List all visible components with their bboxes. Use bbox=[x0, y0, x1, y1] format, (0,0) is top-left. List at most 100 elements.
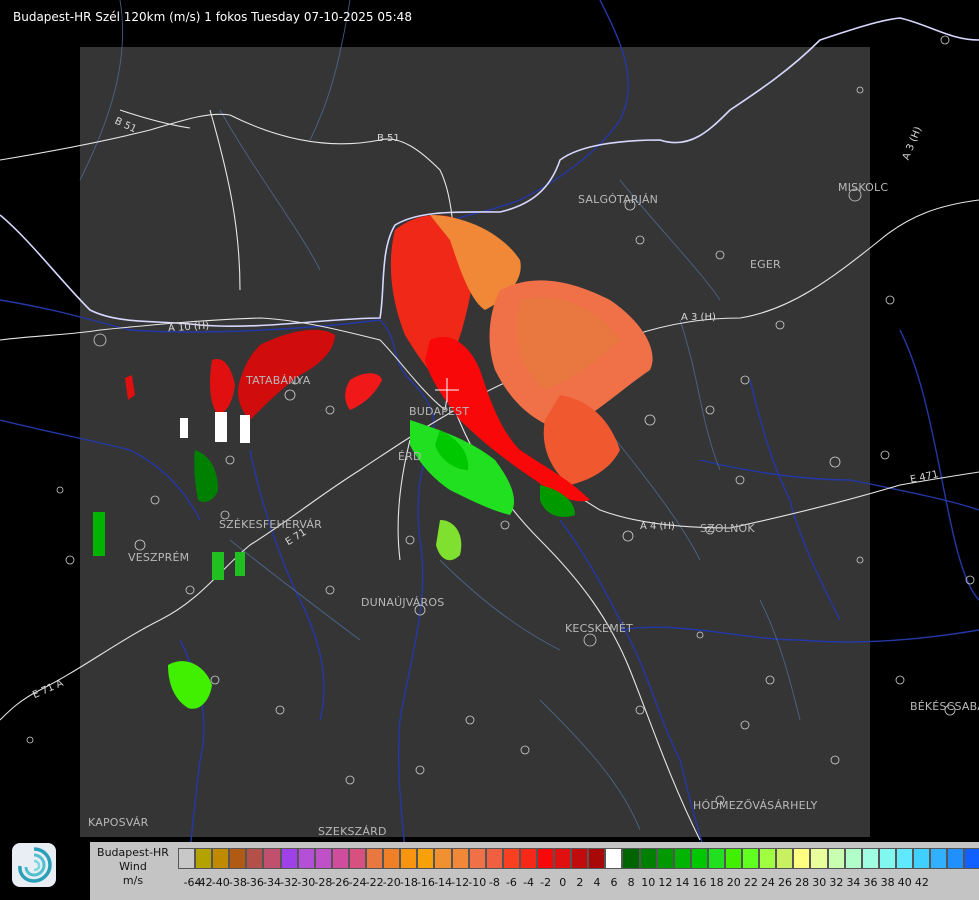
legend-tick-label: 42 bbox=[914, 876, 929, 889]
legend-tick-label: 28 bbox=[795, 876, 810, 889]
legend-swatch bbox=[810, 848, 828, 869]
legend-swatch bbox=[690, 848, 708, 869]
legend-swatch bbox=[383, 848, 401, 869]
legend-swatch bbox=[827, 848, 845, 869]
legend-swatch bbox=[964, 848, 979, 869]
legend-swatch bbox=[485, 848, 503, 869]
legend-tick-label: -24 bbox=[348, 876, 367, 889]
legend-tick-label: -38 bbox=[228, 876, 247, 889]
legend-swatch bbox=[759, 848, 777, 869]
legend-tick-label: -6 bbox=[505, 876, 517, 889]
map-title: Budapest-HR Szél 120km (m/s) 1 fokos Tue… bbox=[13, 10, 412, 24]
city-label-veszprem: VESZPRÉM bbox=[128, 551, 190, 564]
legend-swatch bbox=[707, 848, 725, 869]
city-label-dunaujvaros: DUNAÚJVÁROS bbox=[361, 596, 445, 609]
legend-swatch bbox=[571, 848, 589, 869]
legend-swatch bbox=[930, 848, 948, 869]
legend-tick-label: -22 bbox=[365, 876, 384, 889]
legend-swatch bbox=[195, 848, 213, 869]
legend-color-scale bbox=[178, 848, 979, 869]
legend-swatch bbox=[212, 848, 230, 869]
legend-swatch bbox=[588, 848, 606, 869]
legend-swatch bbox=[434, 848, 452, 869]
legend-tick-label: 38 bbox=[880, 876, 895, 889]
legend-tick-label: -16 bbox=[416, 876, 435, 889]
legend-tick-label: 26 bbox=[778, 876, 793, 889]
legend-swatch bbox=[776, 848, 794, 869]
legend-swatch bbox=[400, 848, 418, 869]
legend-tick-label: 0 bbox=[559, 876, 567, 889]
legend-tick-label: 32 bbox=[829, 876, 844, 889]
legend-tick-label: -4 bbox=[523, 876, 535, 889]
legend-tick-label: 18 bbox=[709, 876, 724, 889]
legend-tick-label: 22 bbox=[743, 876, 758, 889]
legend-swatch bbox=[468, 848, 486, 869]
legend-tick-label: -10 bbox=[468, 876, 487, 889]
legend-station: Budapest-HR bbox=[97, 846, 169, 859]
road-label-a3: A 3 (H) bbox=[681, 312, 716, 323]
legend-swatch bbox=[878, 848, 896, 869]
legend-tick-label: -40 bbox=[211, 876, 230, 889]
city-label-erd: ÉRD bbox=[398, 450, 422, 463]
legend-tick-label: 30 bbox=[812, 876, 827, 889]
legend-swatch bbox=[178, 848, 196, 869]
legend-swatch bbox=[861, 848, 879, 869]
legend-tick-label: -26 bbox=[331, 876, 350, 889]
city-label-szekesfehervar: SZÉKESFEHÉRVÁR bbox=[219, 518, 322, 531]
legend-swatch bbox=[331, 848, 349, 869]
legend-swatch bbox=[913, 848, 931, 869]
legend-swatch bbox=[417, 848, 435, 869]
legend-swatch bbox=[673, 848, 691, 869]
legend-tick-label: 12 bbox=[658, 876, 673, 889]
legend-tick-label: -2 bbox=[540, 876, 552, 889]
city-label-tatabanya: TATABÁNYA bbox=[246, 374, 311, 387]
legend-tick-label: 16 bbox=[692, 876, 707, 889]
legend-swatch bbox=[622, 848, 640, 869]
legend-swatch bbox=[263, 848, 281, 869]
city-label-bekescsaba: BÉKÉSCSABA bbox=[910, 700, 979, 713]
legend-tick-label: 14 bbox=[675, 876, 690, 889]
city-label-szekszard: SZEKSZÁRD bbox=[318, 825, 387, 838]
legend-tick-label: 36 bbox=[863, 876, 878, 889]
legend-swatch bbox=[895, 848, 914, 869]
legend-tick-label: -12 bbox=[451, 876, 470, 889]
met-service-logo bbox=[12, 843, 56, 887]
legend-swatch bbox=[229, 848, 247, 869]
legend-tick-label: 34 bbox=[846, 876, 861, 889]
radar-coverage-area bbox=[80, 47, 870, 837]
legend-swatch bbox=[348, 848, 367, 869]
legend-swatch bbox=[246, 848, 264, 869]
legend-tick-label: -34 bbox=[263, 876, 282, 889]
legend-tick-label: -32 bbox=[280, 876, 299, 889]
legend-tick-label: 6 bbox=[610, 876, 618, 889]
city-label-budapest: BUDAPEST bbox=[409, 405, 470, 418]
legend-tick-label: 40 bbox=[897, 876, 912, 889]
legend-tick-label: -14 bbox=[434, 876, 453, 889]
legend-tick-label: -30 bbox=[297, 876, 316, 889]
city-label-hodmezovasarhely: HÓDMEZŐVÁSÁRHELY bbox=[693, 799, 818, 812]
legend-swatch bbox=[742, 848, 760, 869]
legend-swatch bbox=[280, 848, 298, 869]
legend-tick-label: 24 bbox=[760, 876, 775, 889]
city-label-salgotarjan: SALGÓTARJÁN bbox=[578, 193, 659, 206]
legend-swatch bbox=[314, 848, 332, 869]
legend-swatch bbox=[536, 848, 555, 869]
legend-swatch bbox=[502, 848, 520, 869]
legend-swatch bbox=[605, 848, 623, 869]
legend-tick-label: -28 bbox=[314, 876, 333, 889]
legend-title: Budapest-HR Wind m/s bbox=[90, 846, 176, 888]
wind-legend: Budapest-HR Wind m/s -64 -42 -40 -38 -36 -34-… bbox=[90, 842, 979, 900]
legend-tick-label: 8 bbox=[627, 876, 635, 889]
city-label-kecskemet: KECSKEMÉT bbox=[565, 622, 633, 635]
legend-product: Wind bbox=[119, 860, 147, 873]
legend-swatch bbox=[519, 848, 537, 869]
legend-tick-label: -18 bbox=[399, 876, 418, 889]
road-label-b51-east: B 51 bbox=[377, 133, 400, 144]
legend-swatch bbox=[947, 848, 965, 869]
legend-unit: m/s bbox=[122, 874, 144, 887]
legend-swatch bbox=[366, 848, 384, 869]
legend-tick-label: 2 bbox=[576, 876, 584, 889]
legend-swatch bbox=[297, 848, 315, 869]
legend-tick-label: -20 bbox=[382, 876, 401, 889]
legend-tick-label: -42 bbox=[194, 876, 213, 889]
